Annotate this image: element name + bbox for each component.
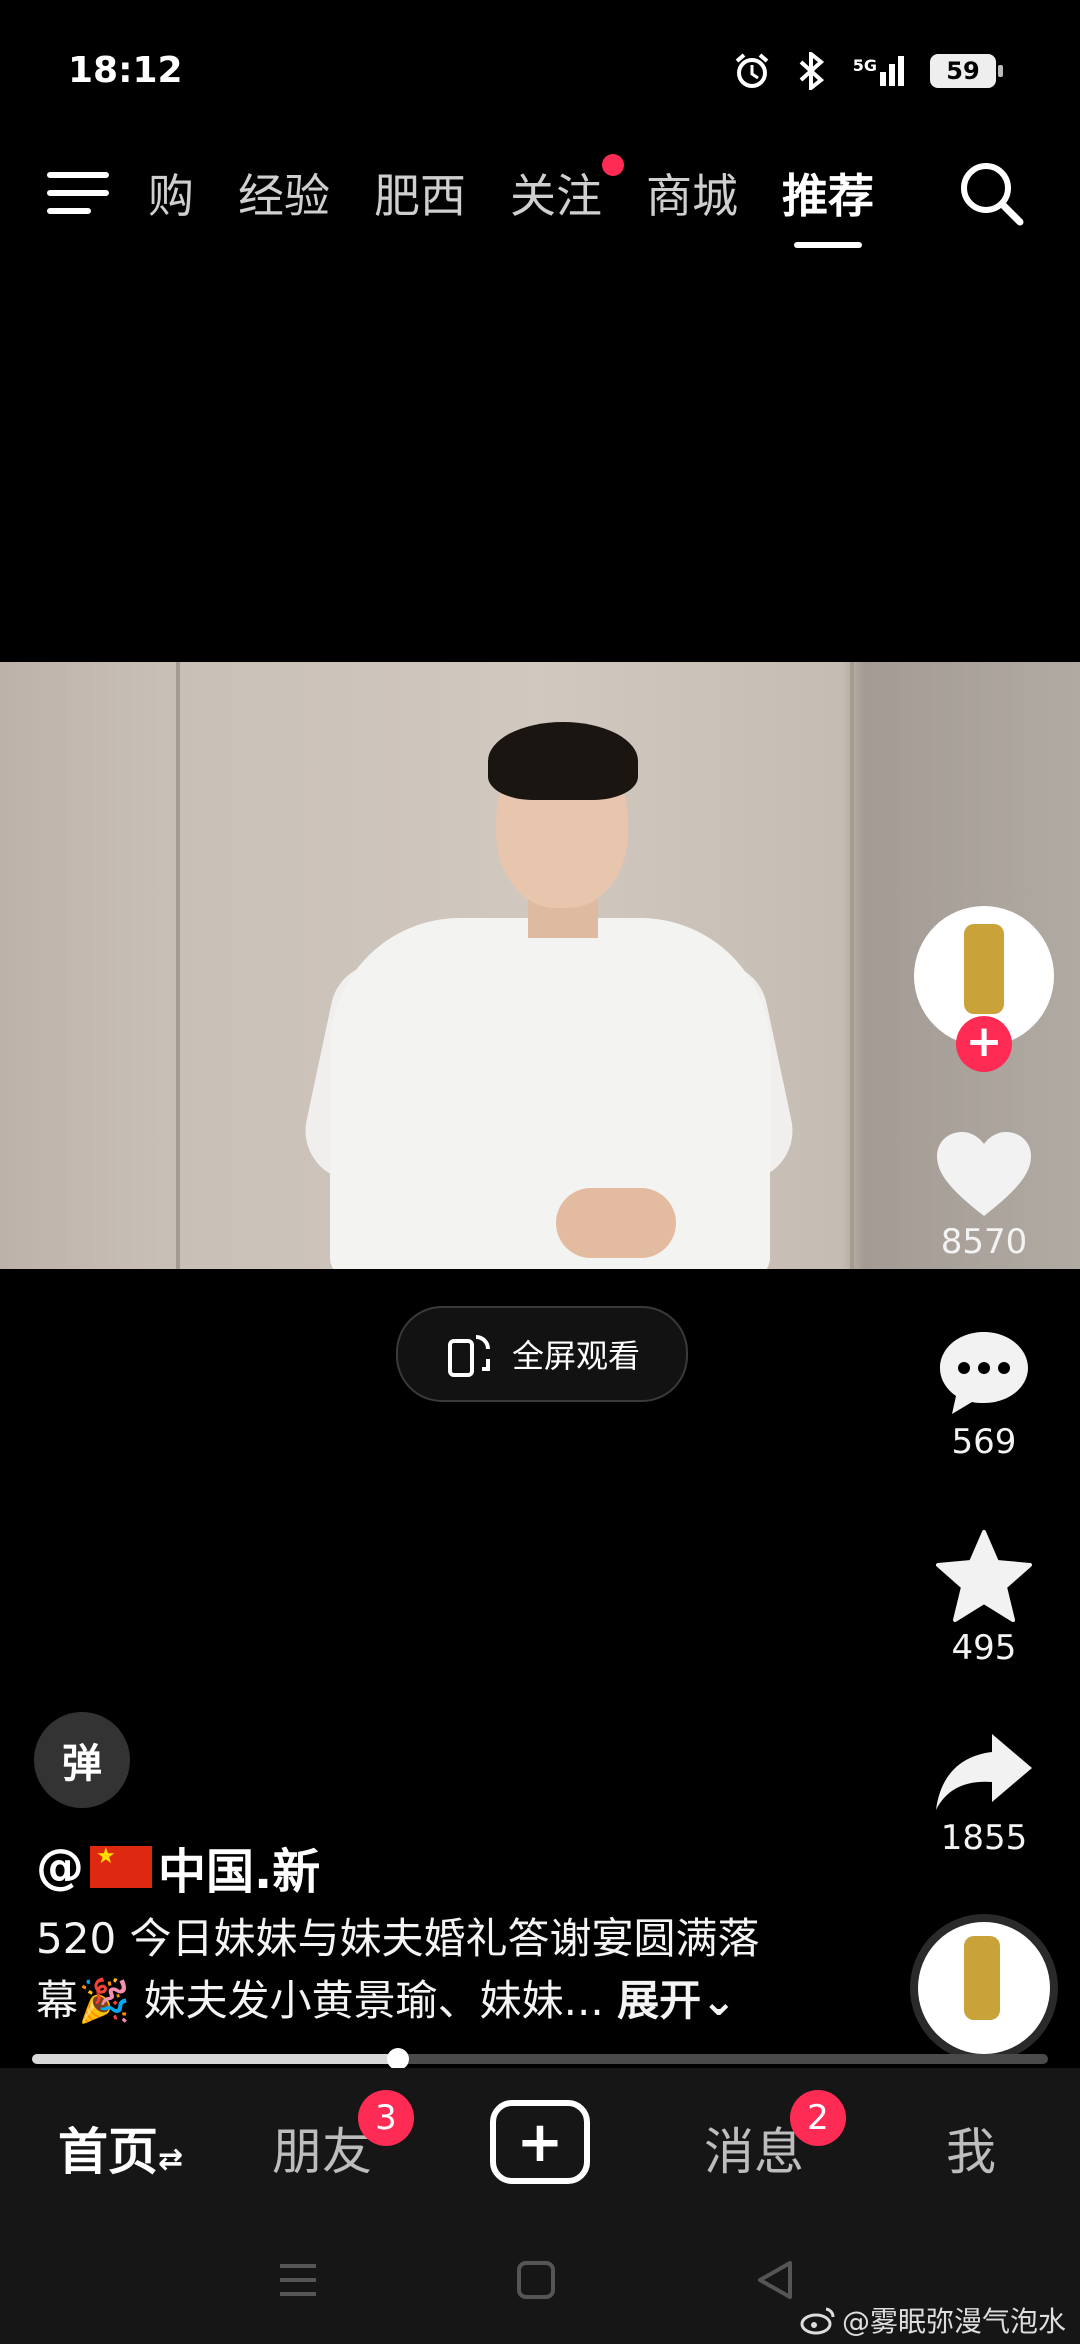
comment-action[interactable]: 569 (904, 1328, 1064, 1462)
top-tabs: 购 经验 肥西 关注 商城 推荐 (148, 154, 874, 248)
progress-handle[interactable] (387, 2048, 409, 2070)
progress-fill (32, 2054, 398, 2064)
fullscreen-button[interactable]: 全屏观看 (396, 1306, 688, 1402)
expand-label: 展开 (617, 1976, 702, 2025)
tab-label: 商城 (646, 169, 738, 223)
alarm-icon (735, 53, 769, 88)
nav-messages[interactable]: 消息 (704, 2112, 804, 2184)
tab-label: 推荐 (782, 169, 874, 223)
caption-line-2: 幕🎉 妹夫发小黄景瑜、妹妹... 展开⌄ (36, 1970, 856, 2032)
active-tab-indicator (794, 242, 862, 248)
watermark-text: @雾眠弥漫气泡水 (841, 2305, 1066, 2338)
nav-home-label: 首页 (58, 2123, 158, 2181)
author-label: 中国.新 (158, 1844, 321, 1900)
music-disc-image (964, 1936, 1000, 2020)
danmaku-label: 弹 (62, 1741, 102, 1787)
menu-icon[interactable] (46, 170, 110, 216)
nav-friends-label: 朋友 (272, 2123, 372, 2181)
at-symbol: @ (36, 1839, 84, 1895)
weibo-watermark: @雾眠弥漫气泡水 (800, 2300, 1066, 2340)
wall-panel-line (176, 662, 180, 1269)
avatar-trophy-image (964, 924, 1004, 1014)
nav-friends[interactable]: 朋友 (272, 2112, 372, 2184)
music-disc-container (904, 1914, 1064, 2062)
expand-caption-button[interactable]: 展开⌄ (617, 1976, 736, 2025)
signal-icon: 5G (853, 56, 904, 86)
share-icon (936, 1734, 1032, 1810)
follow-button[interactable]: + (956, 1016, 1012, 1072)
new-content-dot (602, 154, 624, 176)
tab-label: 购 (148, 169, 194, 223)
tab-mall[interactable]: 商城 (646, 160, 738, 226)
wall-panel-line (850, 662, 854, 1269)
tab-label: 经验 (238, 169, 330, 223)
music-disc[interactable] (910, 1914, 1058, 2062)
danmaku-toggle[interactable]: 弹 (34, 1712, 130, 1808)
messages-badge: 2 (790, 2090, 846, 2146)
china-flag-icon (90, 1844, 152, 1888)
nav-messages-label: 消息 (704, 2123, 804, 2181)
comment-count: 569 (951, 1422, 1017, 1462)
network-type: 5G (852, 56, 877, 75)
heart-icon (937, 1132, 1031, 1216)
author-name[interactable]: @ 中国.新 (36, 1832, 320, 1902)
nav-me[interactable]: 我 (946, 2112, 996, 2184)
switch-arrows-icon: ⇄ (158, 2142, 184, 2177)
friends-badge: 3 (358, 2090, 414, 2146)
share-count: 1855 (940, 1818, 1028, 1858)
like-action[interactable]: 8570 (904, 1130, 1064, 1262)
star-icon (936, 1530, 1032, 1622)
status-time: 18:12 (68, 50, 183, 91)
video-caption: 520 今日妹妹与妹夫婚礼答谢宴圆满落 幕🎉 妹夫发小黄景瑜、妹妹... 展开⌄ (36, 1908, 856, 2032)
favorite-action[interactable]: 495 (904, 1528, 1064, 1668)
share-action[interactable]: 1855 (904, 1730, 1064, 1858)
nav-home[interactable]: 首页⇄ (58, 2112, 183, 2184)
favorite-count: 495 (951, 1628, 1017, 1668)
weibo-logo-icon (800, 2307, 835, 2335)
tab-shopping[interactable]: 购 (148, 160, 194, 226)
back-icon[interactable] (756, 2260, 794, 2300)
nav-me-label: 我 (946, 2123, 996, 2181)
comment-icon (940, 1332, 1028, 1414)
person-shirt (330, 918, 770, 1269)
creator-avatar-container: + (904, 906, 1064, 1072)
tab-label: 肥西 (374, 169, 466, 223)
like-count: 8570 (940, 1222, 1028, 1262)
recent-apps-icon[interactable] (278, 2262, 318, 2298)
caption-line-1: 520 今日妹妹与妹夫婚礼答谢宴圆满落 (36, 1914, 760, 1963)
person-hair (488, 722, 638, 800)
plus-icon: + (516, 2109, 564, 2175)
tab-following[interactable]: 关注 (510, 154, 624, 226)
rotate-screen-icon (447, 1335, 490, 1377)
home-button-icon[interactable] (516, 2260, 556, 2300)
tab-recommended[interactable]: 推荐 (782, 160, 874, 248)
battery-indicator: 59 (930, 54, 1003, 88)
tab-label: 关注 (510, 169, 602, 223)
fullscreen-label: 全屏观看 (511, 1337, 640, 1375)
bluetooth-icon (799, 52, 824, 90)
status-icons: 5G 59 (733, 52, 1003, 90)
tab-experience[interactable]: 经验 (238, 160, 330, 226)
caption-text: 幕🎉 妹夫发小黄景瑜、妹妹... (36, 1976, 604, 2025)
search-icon[interactable] (956, 158, 1028, 230)
tab-local[interactable]: 肥西 (374, 160, 466, 226)
person-hands (556, 1188, 676, 1258)
create-button[interactable]: + (490, 2100, 590, 2184)
